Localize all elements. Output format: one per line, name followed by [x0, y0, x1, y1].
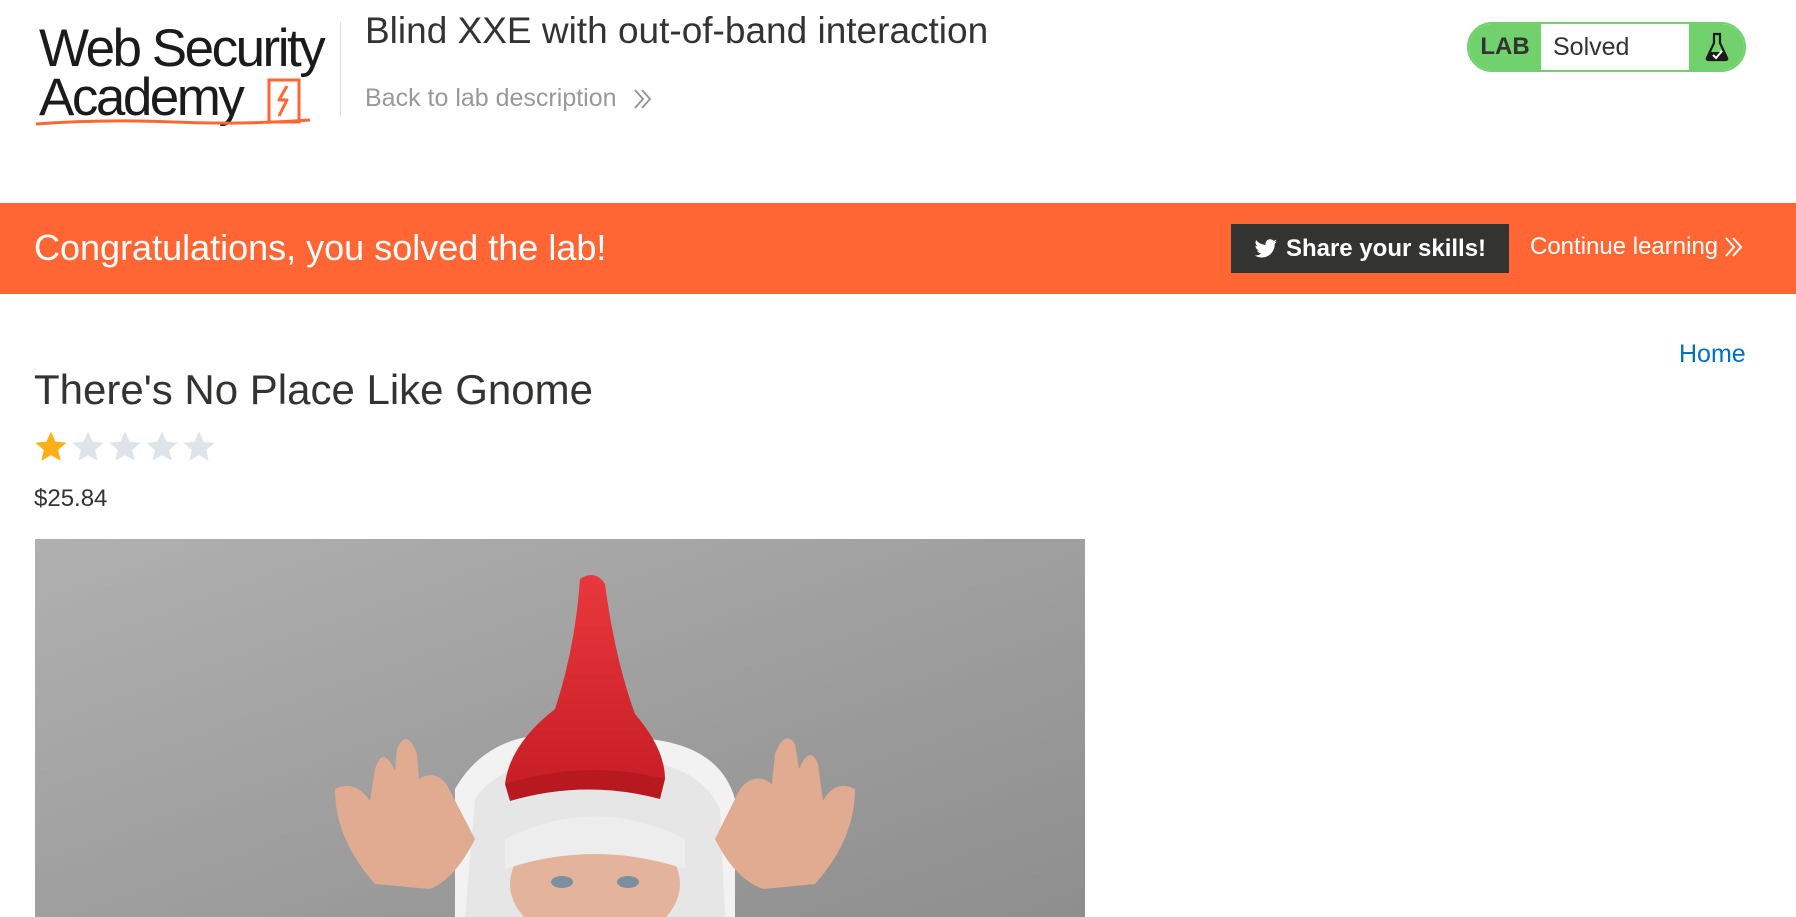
star-empty-icon	[183, 431, 215, 461]
header-divider	[340, 22, 341, 117]
product-price: $25.84	[34, 485, 108, 512]
home-link[interactable]: Home	[1679, 340, 1746, 369]
lab-status-tag: LAB	[1469, 24, 1541, 70]
star-empty-icon	[146, 431, 178, 461]
share-your-skills-button[interactable]: Share your skills!	[1231, 224, 1509, 273]
lab-status-widget: LAB Solved	[1467, 22, 1746, 72]
product-image	[35, 539, 1085, 917]
product-rating	[34, 430, 216, 462]
lab-status-text: Solved	[1553, 32, 1630, 61]
double-chevron-right-icon	[634, 89, 652, 110]
share-button-label: Share your skills!	[1285, 234, 1487, 262]
back-to-lab-description-link[interactable]: Back to lab description	[365, 84, 653, 113]
page-header: Web Security Academy Blind XXE with out-…	[0, 0, 1796, 203]
continue-learning-link[interactable]: Continue learning	[1530, 233, 1744, 261]
star-filled-icon	[35, 431, 67, 461]
lab-title: Blind XXE with out-of-band interaction	[365, 10, 989, 51]
star-empty-icon	[109, 431, 141, 461]
flask-icon	[1689, 24, 1744, 70]
product-title: There's No Place Like Gnome	[34, 366, 593, 413]
logo-underline	[35, 118, 311, 126]
star-empty-icon	[72, 431, 104, 461]
twitter-icon	[1254, 238, 1277, 257]
web-security-academy-logo[interactable]: Web Security Academy	[34, 20, 339, 132]
continue-learning-label: Continue learning	[1530, 233, 1719, 260]
double-chevron-right-icon	[1725, 237, 1743, 257]
congratulations-message: Congratulations, you solved the lab!	[34, 227, 607, 268]
lab-solved-banner: Congratulations, you solved the lab! Sha…	[0, 203, 1796, 294]
back-link-label: Back to lab description	[365, 84, 617, 112]
